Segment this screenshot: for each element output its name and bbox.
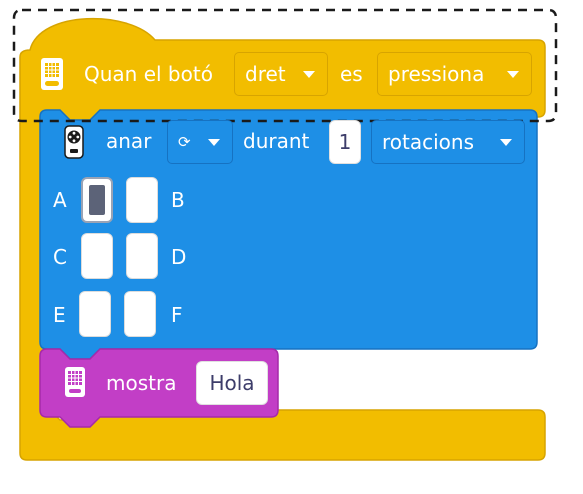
port-a-toggle[interactable] <box>81 177 113 223</box>
button-dropdown[interactable]: dret <box>234 52 328 96</box>
port-f-toggle[interactable] <box>124 291 156 337</box>
port-c-toggle[interactable] <box>81 233 113 279</box>
rotations-amount-input[interactable]: 1 <box>329 120 361 164</box>
motor-icon <box>64 125 84 159</box>
unit-dropdown[interactable]: rotacions <box>371 120 525 164</box>
hat-connector-label: es <box>340 62 363 86</box>
port-label-f: F <box>171 303 183 327</box>
chevron-down-icon <box>303 71 315 78</box>
button-dropdown-value: dret <box>245 62 286 86</box>
hub-icon <box>41 58 63 90</box>
port-label-a: A <box>53 188 67 212</box>
direction-dropdown[interactable]: ⟳ <box>167 120 233 164</box>
port-label-d: D <box>171 245 187 269</box>
hat-label: Quan el botó <box>84 62 213 86</box>
chevron-down-icon <box>208 139 220 146</box>
motor-verb-label: anar <box>106 129 152 153</box>
action-dropdown[interactable]: pressiona <box>377 52 532 96</box>
port-b-toggle[interactable] <box>126 177 158 223</box>
display-text-input[interactable]: Hola <box>196 361 268 405</box>
port-label-b: B <box>171 188 185 212</box>
light-matrix-icon <box>65 367 85 397</box>
chevron-down-icon <box>500 139 512 146</box>
action-dropdown-value: pressiona <box>388 62 485 86</box>
port-label-e: E <box>53 303 66 327</box>
port-e-toggle[interactable] <box>79 291 111 337</box>
block-script-canvas: Quan el botó dret es pressiona anar ⟳ du… <box>0 0 583 494</box>
chevron-down-icon <box>507 71 519 78</box>
motor-preposition-label: durant <box>243 129 310 153</box>
display-verb-label: mostra <box>106 371 177 395</box>
rotate-icon: ⟳ <box>178 133 191 151</box>
unit-dropdown-value: rotacions <box>382 130 475 154</box>
port-d-toggle[interactable] <box>126 233 158 279</box>
port-label-c: C <box>53 245 67 269</box>
